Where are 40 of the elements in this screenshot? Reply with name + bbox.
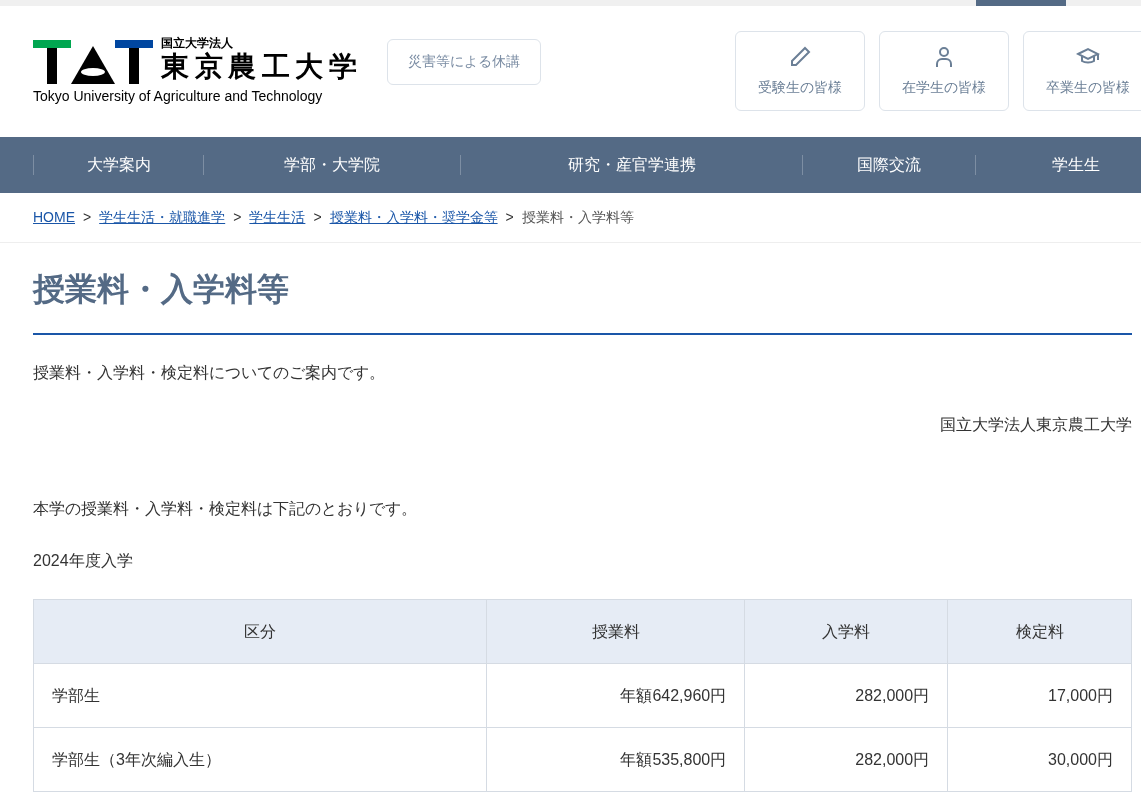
nav-link[interactable]: 研究・産官学連携	[567, 155, 696, 175]
breadcrumb-separator: >	[313, 208, 322, 227]
logo-english-name: Tokyo University of Agriculture and Technology	[33, 86, 324, 106]
audience-link[interactable]: 在学生の皆様	[879, 31, 1009, 111]
logo-name: 東京農工大学	[161, 49, 363, 84]
nav-link[interactable]: 学生生	[1051, 155, 1100, 175]
audience-link[interactable]: 受験生の皆様	[735, 31, 865, 111]
breadcrumb-current: 授業料・入学料等	[521, 208, 634, 227]
notice-button[interactable]: 災害等による休講	[386, 38, 541, 85]
breadcrumb-link[interactable]: HOME	[33, 207, 75, 228]
column-header: 授業料	[487, 599, 745, 664]
table-cell: 年額642,960円	[487, 663, 745, 728]
table-cell: 学部生	[33, 663, 487, 728]
breadcrumb-separator: >	[233, 208, 242, 227]
page-title: 授業料・入学料等	[33, 265, 1132, 335]
table-cell: 学部生（3年次編入生）	[33, 727, 487, 792]
signature-text: 国立大学法人東京農工大学	[939, 415, 1132, 435]
nav-link[interactable]: 学部・大学院	[284, 155, 380, 175]
breadcrumb-link[interactable]: 学生生活・就職進学	[99, 207, 226, 228]
nav-link[interactable]: 大学案内	[86, 155, 151, 175]
breadcrumb-separator: >	[83, 208, 92, 227]
table-cell: 17,000円	[947, 663, 1132, 728]
logo-org-type: 国立大学法人	[161, 36, 234, 49]
table-cell: 282,000円	[744, 727, 948, 792]
column-header: 区分	[33, 599, 487, 664]
lead-text: 本学の授業料・入学料・検定料は下記のとおりです。	[33, 499, 418, 519]
audience-link[interactable]: 卒業生の皆様	[1023, 31, 1141, 111]
nav-link[interactable]: 国際交流	[857, 155, 921, 175]
pencil-icon	[788, 44, 812, 69]
table-cell: 30,000円	[947, 727, 1132, 792]
year-heading: 2024年度入学	[33, 551, 134, 571]
column-header: 入学料	[744, 599, 948, 664]
column-header: 検定料	[947, 599, 1132, 664]
breadcrumb-link[interactable]: 授業料・入学料・奨学金等	[329, 207, 498, 228]
breadcrumb-link[interactable]: 学生生活	[249, 207, 306, 228]
table-cell: 年額535,800円	[487, 727, 745, 792]
intro-text: 授業料・入学料・検定料についてのご案内です。	[33, 363, 386, 383]
table-cell: 282,000円	[744, 663, 948, 728]
breadcrumb-separator: >	[505, 208, 514, 227]
logo-mark-icon	[33, 39, 153, 84]
